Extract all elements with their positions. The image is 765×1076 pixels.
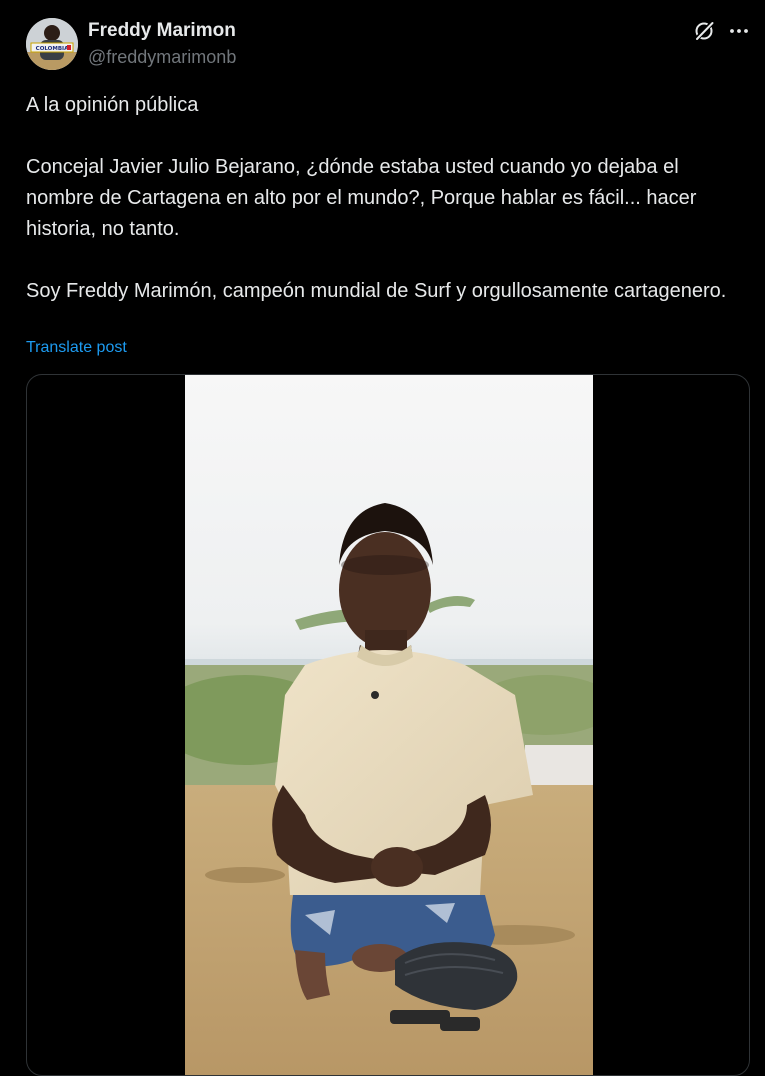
video-frame[interactable] [185, 375, 593, 1075]
grok-icon[interactable] [693, 20, 715, 42]
avatar-image: COLOMBIA [26, 18, 78, 70]
translate-post-link[interactable]: Translate post [26, 338, 127, 358]
avatar[interactable]: COLOMBIA [26, 18, 78, 70]
tweet-paragraph-1: A la opinión pública [26, 94, 199, 116]
tweet-text: A la opinión pública Concejal Javier Jul… [26, 90, 751, 307]
tweet-paragraph-2: Concejal Javier Julio Bejarano, ¿dónde e… [26, 156, 697, 240]
more-options-icon[interactable] [728, 20, 750, 42]
tweet-paragraph-3: Soy Freddy Marimón, campeón mundial de S… [26, 280, 727, 302]
author-handle[interactable]: @freddymarimonb [88, 46, 236, 68]
tweet: COLOMBIA Freddy Marimon @freddymarimonb … [0, 0, 765, 1076]
media-video-card[interactable] [26, 374, 750, 1076]
video-thumbnail [185, 375, 593, 1075]
avatar-sign-text: COLOMBIA [36, 46, 69, 52]
author-display-name[interactable]: Freddy Marimon [88, 20, 236, 42]
